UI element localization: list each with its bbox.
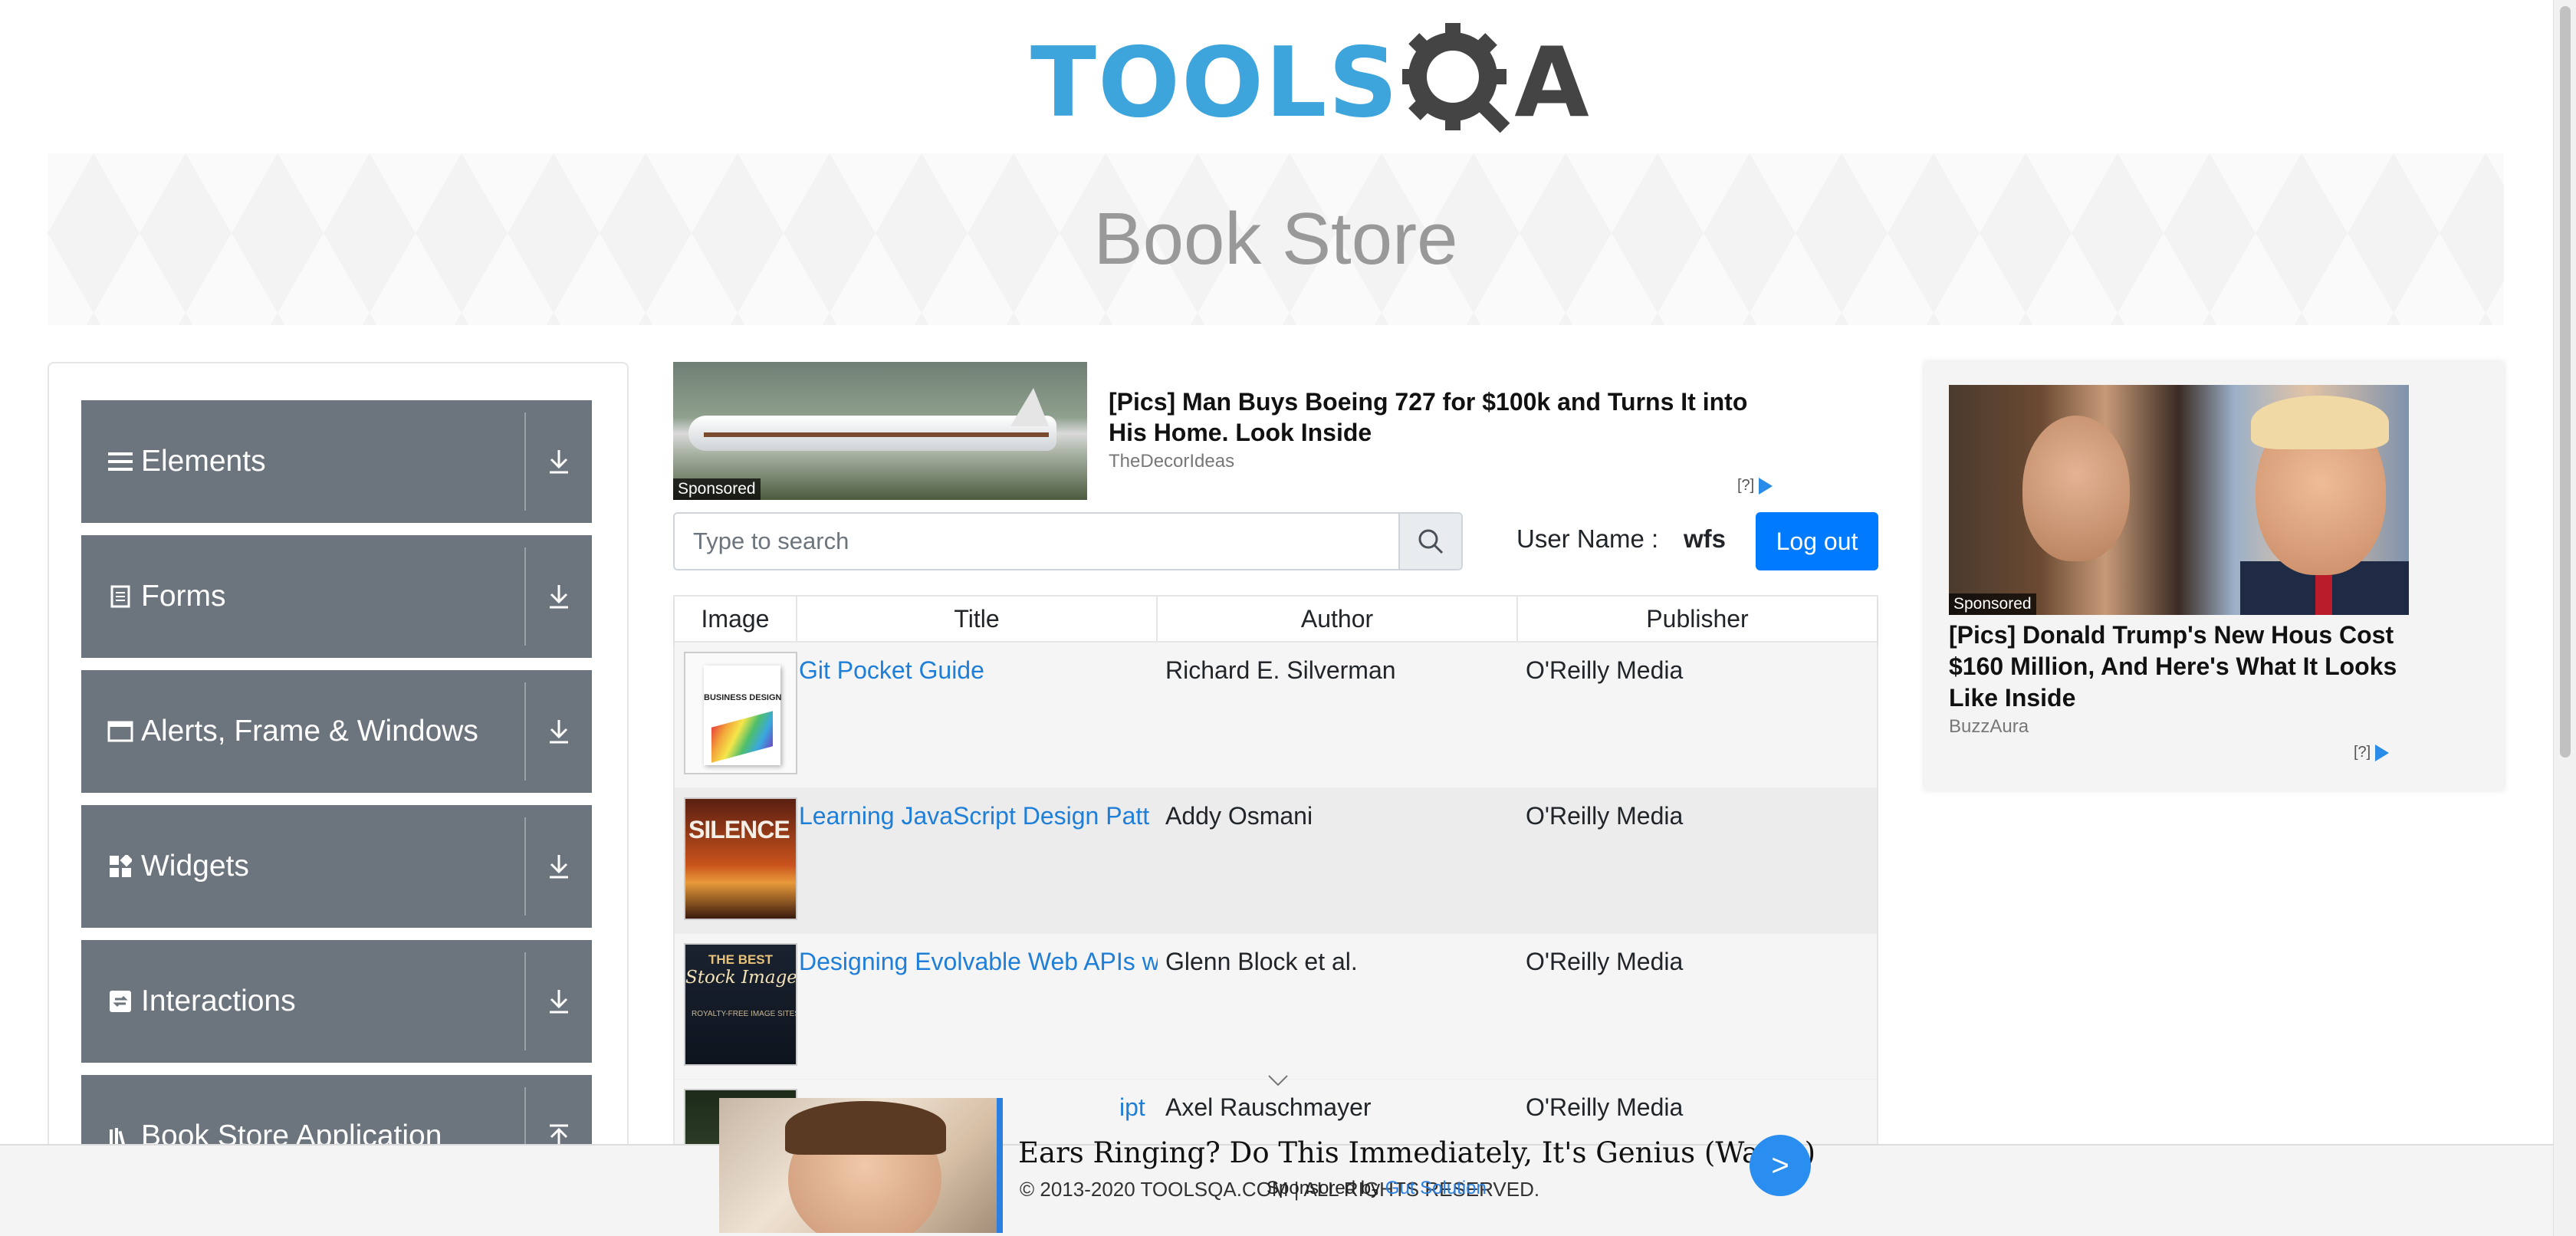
column-header-title[interactable]: Title — [797, 597, 1158, 641]
book-title-link[interactable]: Learning JavaScript Design Patt — [799, 802, 1149, 830]
form-icon — [107, 583, 133, 610]
adchoices-badge[interactable]: [?] — [2354, 744, 2390, 761]
column-header-publisher[interactable]: Publisher — [1518, 597, 1877, 641]
book-author: Addy Osmani — [1165, 802, 1313, 830]
toolsqa-logo[interactable]: TOOLS A — [1030, 20, 1589, 146]
search-box — [673, 512, 1463, 570]
page-scrollbar[interactable] — [2553, 0, 2576, 1236]
nav-group-alerts-frame-windows[interactable]: Alerts, Frame & Windows — [81, 670, 592, 793]
book-cover: THE BEST Stock Images ROYALTY-FREE IMAGE… — [684, 943, 797, 1066]
book-publisher: O'Reilly Media — [1526, 656, 1684, 684]
book-cover: SILENCE — [684, 797, 797, 920]
sponsored-tag: Sponsored — [1949, 593, 2036, 615]
sponsored-tag: Sponsored — [673, 478, 761, 500]
hamburger-icon — [107, 449, 133, 475]
scrollbar-thumb[interactable] — [2560, 6, 2571, 758]
ad-title[interactable]: [Pics] Man Buys Boeing 727 for $100k and… — [1109, 386, 1783, 448]
table-header: Image Title Author Publisher — [675, 597, 1877, 643]
sponsored-ad-bottom[interactable]: Ears Ringing? Do This Immediately, It's … — [719, 1098, 1815, 1236]
ad-image-hair — [2251, 396, 2389, 449]
nav-group-label: Alerts, Frame & Windows — [141, 715, 478, 748]
ad-sponsor-prefix: Sponsored by — [1267, 1178, 1381, 1198]
nav-group-forms[interactable]: Forms — [81, 535, 592, 658]
adchoices-icon — [1759, 477, 1773, 495]
page-banner: Book Store — [48, 153, 2504, 325]
download-arrow-icon[interactable] — [526, 805, 592, 928]
nav-group-elements[interactable]: Elements — [81, 400, 592, 523]
book-author: Glenn Block et al. — [1165, 948, 1358, 975]
ad-title[interactable]: Ears Ringing? Do This Immediately, It's … — [1018, 1136, 1815, 1169]
ad-image-person-left — [2022, 416, 2130, 561]
download-arrow-icon[interactable] — [526, 400, 592, 523]
cover-text-small: ROYALTY-FREE IMAGE SITES FOR BOOK COVERS — [692, 1010, 796, 1018]
nav-group-label: Forms — [141, 580, 226, 613]
logout-button[interactable]: Log out — [1756, 512, 1878, 570]
adchoices-label: [?] — [1737, 477, 1755, 494]
sponsored-ad-right[interactable]: Sponsored [Pics] Donald Trump's New Hous… — [1924, 362, 2504, 790]
search-input[interactable] — [675, 514, 1398, 569]
download-arrow-icon[interactable] — [526, 535, 592, 658]
nav-group-label: Widgets — [141, 850, 249, 883]
cover-text-script: Stock Images — [685, 968, 797, 988]
user-name-value: wfs — [1684, 524, 1727, 553]
cover-graphic — [711, 711, 773, 763]
cover-text: THE BEST — [708, 952, 774, 967]
book-title-cell: Designing Evolvable Web APIs w — [797, 934, 1158, 1079]
nav-group-label: Elements — [141, 445, 266, 478]
book-cover-cell: BUSINESS DESIGN — [675, 643, 797, 787]
ad-image[interactable]: Sponsored — [1949, 385, 2409, 615]
logo-text-a: A — [1514, 26, 1589, 139]
book-title-link[interactable]: Designing Evolvable Web APIs w — [799, 948, 1158, 975]
book-cover-art: BUSINESS DESIGN — [704, 666, 782, 765]
table-row: THE BEST Stock Images ROYALTY-FREE IMAGE… — [675, 934, 1877, 1080]
ad-go-button[interactable]: > — [1750, 1135, 1811, 1196]
book-publisher: O'Reilly Media — [1526, 948, 1684, 975]
cover-text: SILENCE — [688, 816, 790, 843]
ad-source[interactable]: BuzzAura — [1949, 716, 2029, 738]
interactions-icon — [107, 988, 133, 1014]
download-arrow-icon[interactable] — [526, 940, 592, 1063]
logo-text: TOOLS — [1030, 26, 1400, 139]
download-arrow-icon[interactable] — [526, 670, 592, 793]
search-icon[interactable] — [1398, 514, 1461, 569]
ad-image-stripe — [704, 432, 1049, 437]
cover-text: BUSINESS DESIGN — [704, 693, 782, 702]
book-title-cell: Git Pocket Guide — [797, 643, 1158, 787]
ad-accent-bar — [997, 1098, 1003, 1233]
book-title-link[interactable]: Git Pocket Guide — [799, 656, 984, 684]
book-author: Richard E. Silverman — [1165, 656, 1396, 684]
book-publisher: O'Reilly Media — [1526, 802, 1684, 830]
page-title: Book Store — [1093, 198, 1458, 280]
widgets-icon — [107, 853, 133, 879]
column-header-author[interactable]: Author — [1158, 597, 1518, 641]
ad-image[interactable] — [719, 1098, 997, 1233]
table-row: SILENCE Learning JavaScript Design Patt … — [675, 788, 1877, 934]
adchoices-label: [?] — [2354, 744, 2371, 761]
ad-image-tail — [1010, 388, 1049, 426]
window-icon — [107, 718, 133, 745]
page: TOOLS A Book Store Elements Forms Alerts… — [0, 0, 2576, 1236]
ad-sponsor-name[interactable]: Gut Solution — [1385, 1178, 1487, 1198]
column-header-image[interactable]: Image — [675, 597, 797, 641]
ad-source[interactable]: TheDecorIdeas — [1109, 451, 1234, 472]
user-name-label: User Name : — [1516, 524, 1659, 553]
ad-sponsor-line: Sponsored by Gut Solution — [1267, 1178, 1487, 1199]
ad-title[interactable]: [Pics] Donald Trump's New Hous Cost $160… — [1949, 620, 2424, 714]
book-cover-cell: THE BEST Stock Images ROYALTY-FREE IMAGE… — [675, 934, 797, 1079]
book-title-cell: Learning JavaScript Design Patt — [797, 788, 1158, 933]
chevron-down-icon[interactable] — [1267, 1073, 1290, 1091]
gear-magnifier-icon — [1399, 20, 1517, 146]
sponsored-ad-top[interactable]: Sponsored [Pics] Man Buys Boeing 727 for… — [673, 362, 1854, 501]
nav-group-label: Interactions — [141, 985, 296, 1017]
adchoices-badge[interactable]: [?] — [1737, 477, 1773, 495]
adchoices-icon — [2375, 744, 2390, 761]
book-cover: BUSINESS DESIGN — [684, 652, 797, 774]
nav-group-interactions[interactable]: Interactions — [81, 940, 592, 1063]
ad-image-hair — [785, 1101, 946, 1155]
book-cover-cell: SILENCE — [675, 788, 797, 933]
nav-group-widgets[interactable]: Widgets — [81, 805, 592, 928]
ad-image[interactable]: Sponsored — [673, 362, 1087, 500]
table-row: BUSINESS DESIGN Git Pocket Guide Richard… — [675, 643, 1877, 788]
